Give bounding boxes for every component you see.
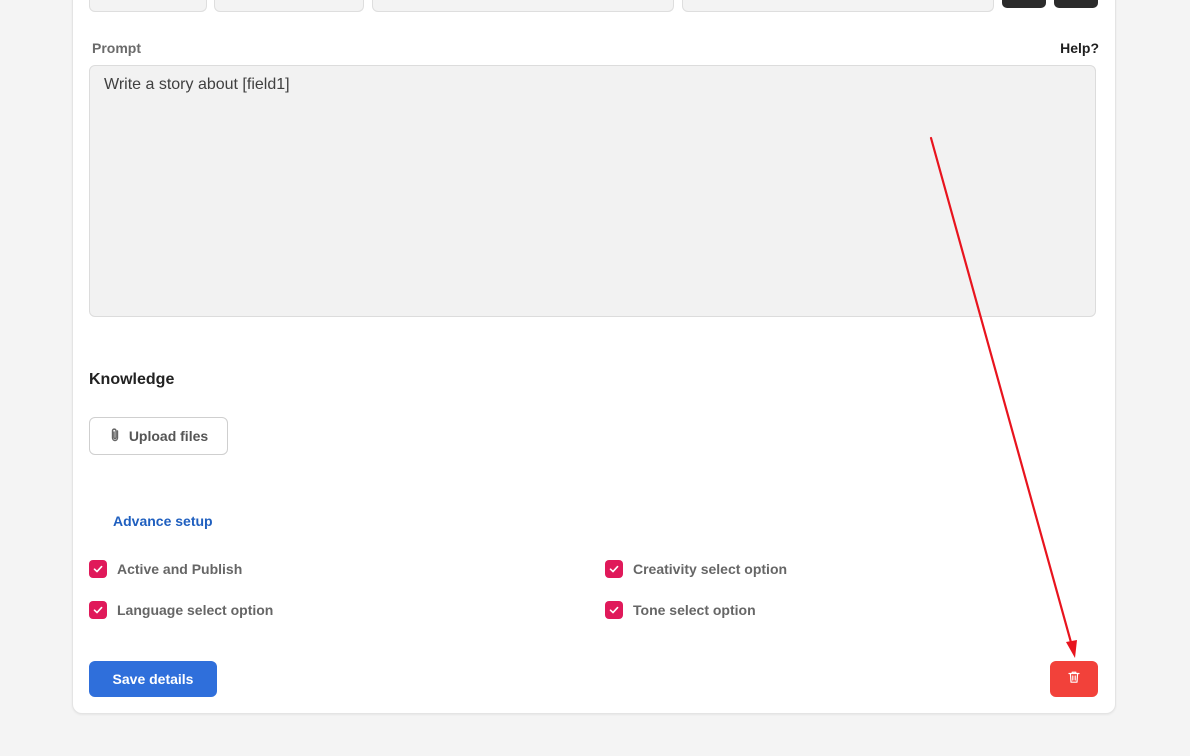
top-field-3[interactable] — [372, 0, 674, 12]
top-button-1[interactable] — [1002, 0, 1046, 8]
help-link[interactable]: Help? — [1060, 40, 1099, 56]
trash-icon — [1067, 670, 1081, 689]
top-field-1[interactable] — [89, 0, 207, 12]
option-active-publish[interactable]: Active and Publish — [89, 560, 242, 578]
option-label: Active and Publish — [117, 561, 243, 577]
option-label: Creativity select option — [633, 561, 788, 577]
save-details-button[interactable]: Save details — [89, 661, 217, 697]
checkbox[interactable] — [89, 601, 107, 619]
option-label: Language select option — [117, 602, 274, 618]
delete-button[interactable] — [1050, 661, 1098, 697]
knowledge-heading: Knowledge — [89, 371, 175, 388]
checkbox[interactable] — [89, 560, 107, 578]
option-tone[interactable]: Tone select option — [605, 601, 756, 619]
option-language[interactable]: Language select option — [89, 601, 273, 619]
check-icon — [609, 565, 619, 573]
upload-files-button[interactable]: Upload files — [89, 417, 228, 455]
prompt-textarea[interactable]: Write a story about [field1] — [89, 65, 1096, 317]
check-icon — [609, 606, 619, 614]
checkbox[interactable] — [605, 601, 623, 619]
check-icon — [93, 606, 103, 614]
upload-files-label: Upload files — [128, 428, 209, 444]
top-field-4[interactable] — [682, 0, 994, 12]
advance-setup-link[interactable]: Advance setup — [113, 513, 213, 529]
top-field-2[interactable] — [214, 0, 364, 12]
paperclip-icon — [109, 427, 121, 446]
form-card: Prompt Help? Write a story about [field1… — [72, 0, 1116, 714]
option-creativity[interactable]: Creativity select option — [605, 560, 787, 578]
checkbox[interactable] — [605, 560, 623, 578]
prompt-label: Prompt — [92, 40, 141, 56]
top-button-2[interactable] — [1054, 0, 1098, 8]
check-icon — [93, 565, 103, 573]
option-label: Tone select option — [633, 602, 756, 618]
